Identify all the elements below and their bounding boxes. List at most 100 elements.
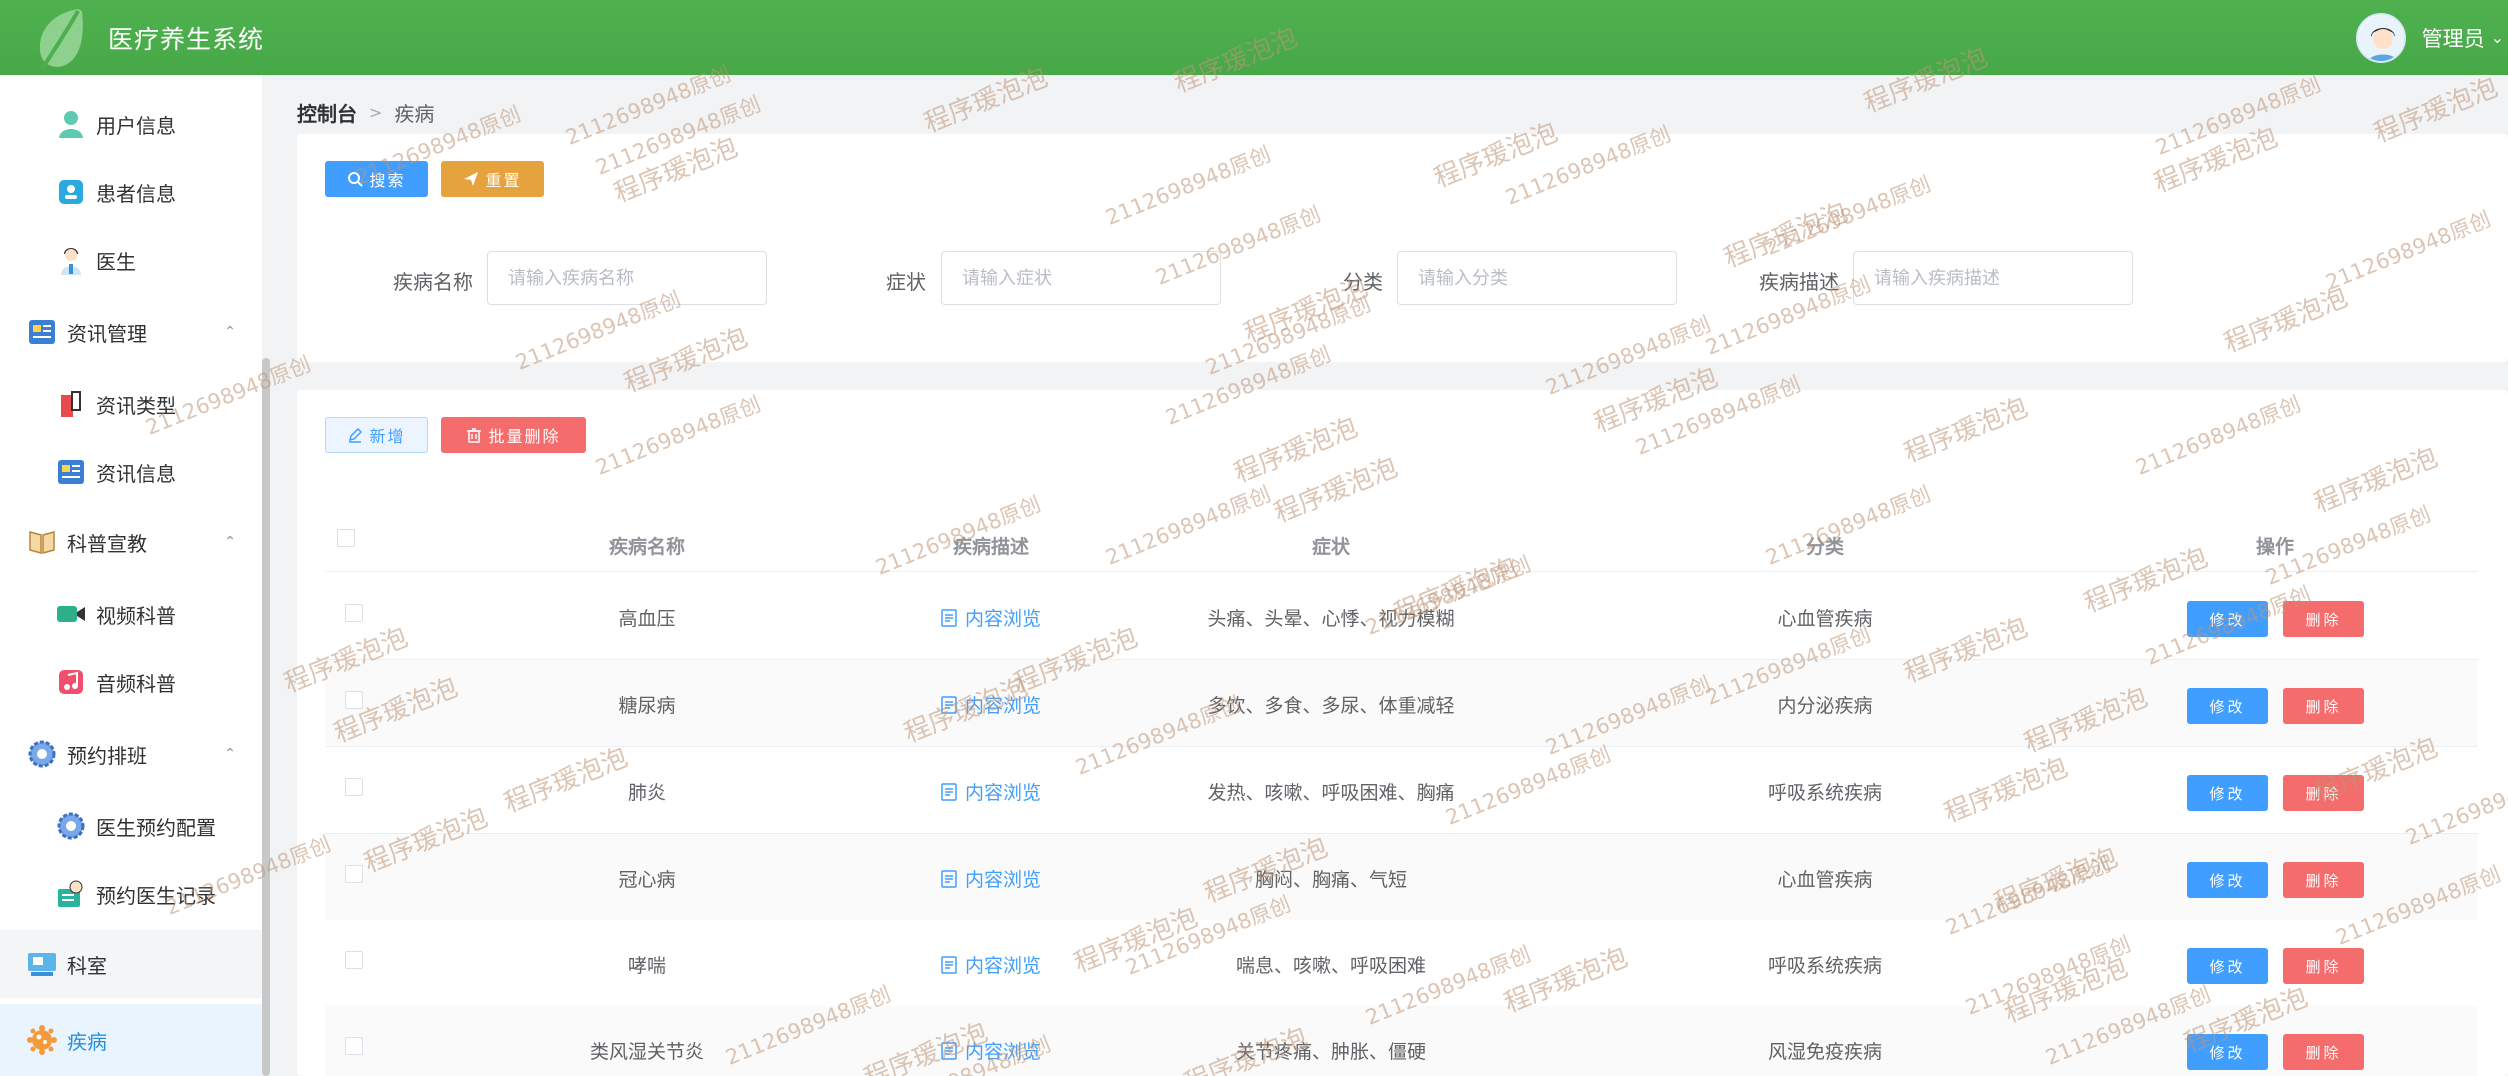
sidebar-item-label: 科室 [67,953,107,978]
edit-button[interactable]: 修改 [2187,948,2268,984]
avatar[interactable] [2355,12,2406,63]
cell-category: 内分泌疾病 [1777,695,1873,717]
sidebar-item-label: 资讯信息 [96,461,176,486]
category-input[interactable] [1397,251,1677,305]
user-menu[interactable]: 管理员 ⌄ [2355,0,2508,75]
cell-disease-name: 高血压 [618,608,676,630]
doctor-record-icon [56,879,86,909]
cell-symptoms: 关节疼痛、肿胀、僵硬 [1235,1041,1427,1063]
content-browse-label: 内容浏览 [964,608,1042,630]
content-browse-label: 内容浏览 [964,955,1042,977]
add-button[interactable]: 新增 [325,417,428,453]
reset-button[interactable]: 重置 [441,161,544,197]
trash-icon [467,428,482,443]
batch-delete-button-label: 批量删除 [488,427,561,446]
cell-symptoms: 发热、咳嗽、呼吸困难、胸痛 [1207,782,1455,804]
edit-button[interactable]: 修改 [2187,601,2268,637]
cell-disease-name: 糖尿病 [618,695,676,717]
sidebar-group-science[interactable]: 科普宣教 ⌃ [0,508,262,576]
content-browse-link[interactable]: 内容浏览 [941,1037,1041,1064]
row-checkbox[interactable] [345,778,363,796]
sidebar-group-news[interactable]: 资讯管理 ⌃ [0,298,262,366]
column-header: 症状 [1311,536,1351,558]
content-browse-link[interactable]: 内容浏览 [941,604,1041,631]
reset-button-label: 重置 [485,171,522,190]
document-icon [941,608,957,627]
column-header: 疾病描述 [952,536,1030,558]
department-icon [27,949,57,979]
select-all-checkbox[interactable] [337,529,355,547]
sidebar-item-label: 医生 [96,249,136,274]
sidebar-item-doctor-config[interactable]: 医生预约配置 [0,792,262,860]
field-label-disease-name: 疾病名称 [393,270,473,294]
document-icon [941,955,957,974]
delete-button[interactable]: 删除 [2283,688,2364,724]
sidebar-item-label: 用户信息 [96,113,176,138]
gear-icon [56,811,86,841]
table-row: 冠心病 内容浏览 胸闷、胸痛、气短 心血管疾病 修改 删除 [325,834,2478,921]
cell-symptoms: 头痛、头晕、心悸、视力模糊 [1207,608,1455,630]
table-row: 糖尿病 内容浏览 多饮、多食、多尿、体重减轻 内分泌疾病 修改 删除 [325,660,2478,747]
sidebar-item-user-info[interactable]: 用户信息 [0,90,262,158]
content-browse-link[interactable]: 内容浏览 [941,865,1041,892]
content-browse-label: 内容浏览 [964,782,1042,804]
delete-button[interactable]: 删除 [2283,1034,2364,1070]
column-header: 操作 [2255,536,2295,558]
cell-disease-name: 哮喘 [627,955,667,977]
chevron-up-icon: ⌃ [224,324,236,340]
sidebar-scrollbar[interactable] [262,358,270,1076]
delete-button[interactable]: 删除 [2283,775,2364,811]
user-name[interactable]: 管理员 [2422,23,2485,53]
edit-button[interactable]: 修改 [2187,862,2268,898]
sidebar-item-patient-info[interactable]: 患者信息 [0,158,262,226]
sidebar-item-disease[interactable]: 疾病 [0,1004,262,1076]
sidebar-item-label: 患者信息 [96,181,176,206]
row-checkbox[interactable] [345,691,363,709]
delete-button[interactable]: 删除 [2283,862,2364,898]
sidebar-item-label: 资讯类型 [96,393,176,418]
content-browse-label: 内容浏览 [964,869,1042,891]
column-header: 分类 [1805,536,1845,558]
content-browse-link[interactable]: 内容浏览 [941,691,1041,718]
delete-button[interactable]: 删除 [2283,948,2364,984]
table-row: 类风湿关节炎 内容浏览 关节疼痛、肿胀、僵硬 风湿免疫疾病 修改 删除 [325,1006,2478,1076]
edit-button[interactable]: 修改 [2187,688,2268,724]
search-icon [348,172,364,187]
sidebar-item-doctor[interactable]: 医生 [0,226,262,294]
field-label-description: 疾病描述 [1759,270,1839,294]
delete-button[interactable]: 删除 [2283,601,2364,637]
chevron-down-icon[interactable]: ⌄ [2491,28,2504,47]
row-checkbox[interactable] [345,604,363,622]
sidebar-item-label: 音频科普 [96,671,176,696]
user-icon [56,109,86,139]
sidebar-item-department[interactable]: 科室 [0,930,262,998]
sidebar-item-audio[interactable]: 音频科普 [0,648,262,716]
edit-button[interactable]: 修改 [2187,775,2268,811]
content-browse-label: 内容浏览 [964,1041,1042,1063]
sidebar-item-video[interactable]: 视频科普 [0,580,262,648]
sidebar-group-schedule[interactable]: 预约排班 ⌃ [0,720,262,788]
chevron-up-icon: ⌃ [224,746,236,762]
edit-button[interactable]: 修改 [2187,1034,2268,1070]
row-checkbox[interactable] [345,865,363,883]
symptoms-input[interactable] [941,251,1221,305]
sidebar-item-appointment-record[interactable]: 预约医生记录 [0,860,262,928]
sidebar-item-news-info[interactable]: 资讯信息 [0,438,262,506]
disease-name-input[interactable] [487,251,767,305]
description-input[interactable] [1853,251,2133,305]
batch-delete-button[interactable]: 批量删除 [441,417,586,453]
content-browse-link[interactable]: 内容浏览 [941,951,1041,978]
sidebar-item-news-type[interactable]: 资讯类型 [0,370,262,438]
sidebar-item-label: 预约医生记录 [96,883,216,908]
row-checkbox[interactable] [345,951,363,969]
edit-icon [349,427,363,443]
content-browse-link[interactable]: 内容浏览 [941,778,1041,805]
row-checkbox[interactable] [345,1037,363,1055]
field-label-category: 分类 [1343,270,1383,294]
chevron-up-icon: ⌃ [224,534,236,550]
search-button[interactable]: 搜索 [325,161,428,197]
breadcrumb-home[interactable]: 控制台 [297,98,357,127]
leaf-logo-icon [39,8,83,70]
sidebar-item-label: 资讯管理 [67,321,147,346]
table-header: 疾病名称 疾病描述 症状 分类 操作 [325,516,2478,572]
